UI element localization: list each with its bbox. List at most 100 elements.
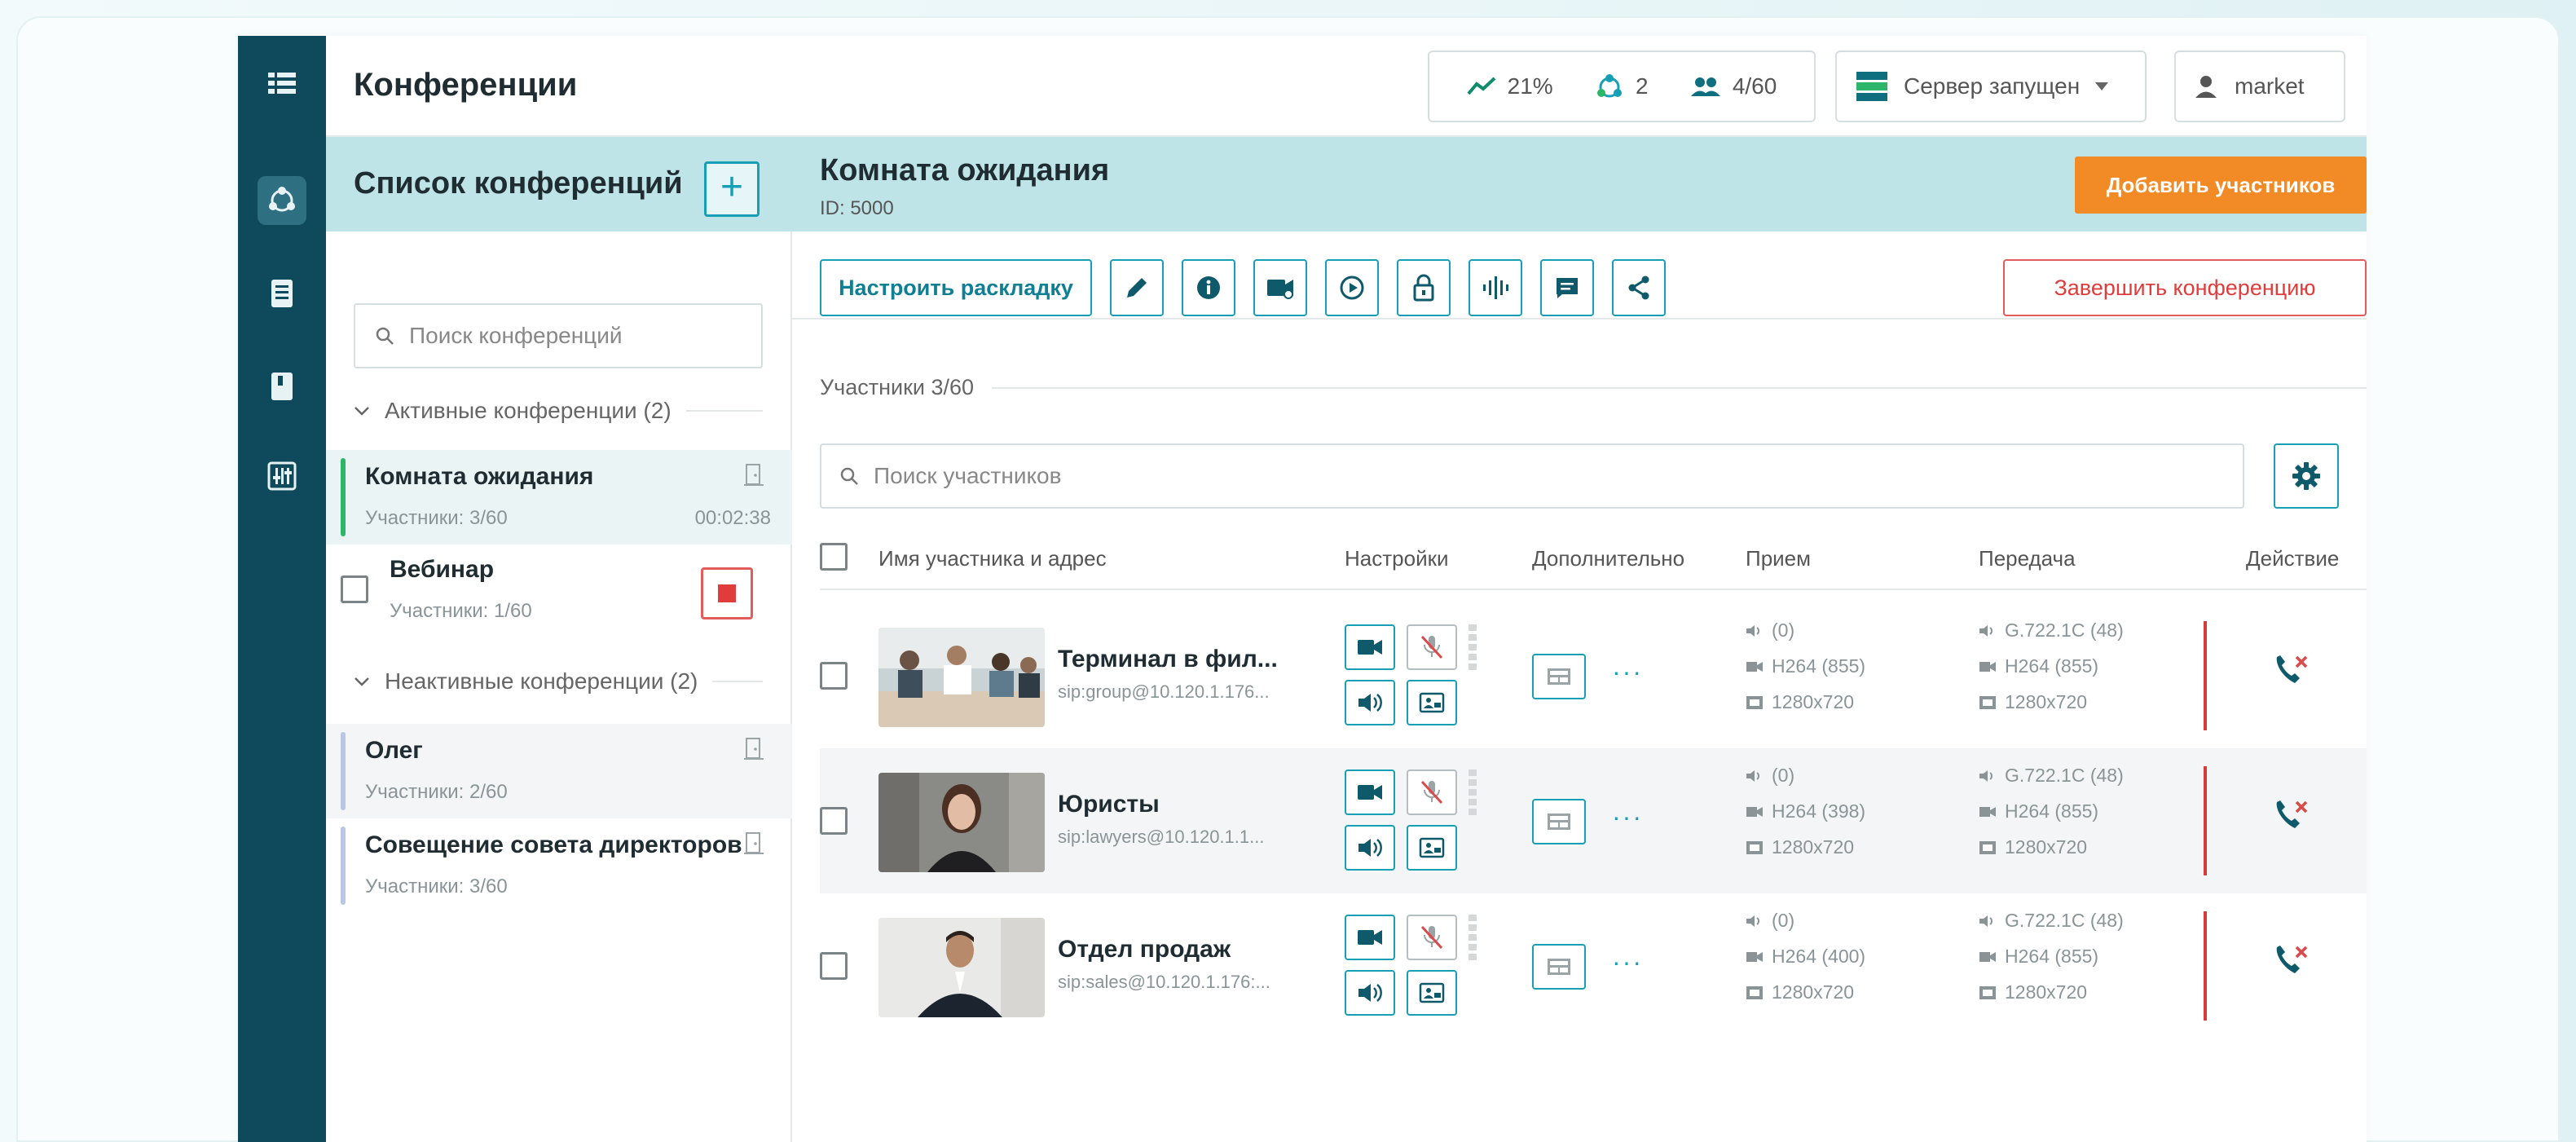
rx-resolution-value: 1280x720	[1772, 691, 1855, 712]
hangup-button[interactable]	[2270, 652, 2310, 692]
chat-button[interactable]	[1540, 259, 1594, 316]
participant-layout-button[interactable]	[1532, 654, 1586, 699]
select-all-checkbox[interactable]	[820, 543, 848, 571]
active-indicator	[341, 458, 346, 536]
volume-grip[interactable]	[1469, 915, 1477, 960]
more-options-icon[interactable]: ···	[1612, 802, 1643, 832]
speaker-toggle-button[interactable]	[1345, 825, 1395, 871]
speaker-icon	[1358, 694, 1382, 712]
add-participants-button[interactable]: Добавить участников	[2075, 157, 2367, 214]
nav-conferences-icon[interactable]	[258, 176, 306, 225]
top-header: Конференции 21% 2 4/60 Сервер запущен ma…	[326, 36, 2367, 137]
page-title: Конференции	[354, 67, 578, 103]
active-group-toggle[interactable]: Активные конференции (2)	[354, 398, 763, 424]
participant-settings-button[interactable]	[2274, 443, 2339, 509]
column-settings: Настройки	[1345, 546, 1449, 571]
conference-participants: Участники: 3/60	[365, 507, 508, 529]
nav-menu-icon[interactable]	[258, 59, 306, 108]
hangup-button[interactable]	[2270, 942, 2310, 982]
chevron-down-icon	[354, 677, 369, 686]
audio-icon	[1979, 624, 1993, 637]
phone-hangup-icon	[2276, 946, 2308, 973]
inactive-group-toggle[interactable]: Неактивные конференции (2)	[354, 668, 763, 694]
action-separator	[2204, 621, 2207, 730]
server-status-text: Сервер запущен	[1904, 73, 2081, 99]
conference-checkbox[interactable]	[341, 575, 368, 603]
mic-muted-icon	[1420, 780, 1443, 805]
lock-button[interactable]	[1397, 259, 1451, 316]
more-options-icon[interactable]: ···	[1612, 947, 1643, 977]
mic-toggle-button[interactable]	[1407, 769, 1457, 815]
participant-layout-button[interactable]	[1532, 944, 1586, 990]
mic-toggle-button[interactable]	[1407, 915, 1457, 960]
video-icon	[1746, 806, 1763, 817]
chat-icon	[1557, 278, 1578, 298]
presentation-toggle-button[interactable]	[1407, 825, 1457, 871]
tx-audio: G.722.1C (48)	[1979, 620, 2124, 642]
app-window: Конференции 21% 2 4/60 Сервер запущен ma…	[238, 36, 2367, 1142]
user-menu[interactable]: market	[2174, 51, 2345, 122]
server-status-dropdown[interactable]: Сервер запущен	[1835, 51, 2147, 122]
conference-item-waiting-room[interactable]: Комната ожидания Участники: 3/60 00:02:3…	[326, 450, 792, 545]
stop-conference-button[interactable]	[701, 567, 753, 620]
tx-resolution-value: 1280x720	[2005, 836, 2088, 858]
hangup-button[interactable]	[2270, 797, 2310, 837]
nav-mixer-icon[interactable]	[258, 452, 306, 500]
nav-book-icon[interactable]	[258, 362, 306, 411]
tx-resolution-value: 1280x720	[2005, 691, 2088, 712]
rx-video: H264 (400)	[1746, 946, 1865, 968]
nav-contacts-icon[interactable]	[258, 269, 306, 318]
video-icon	[1746, 951, 1763, 962]
conference-search-placeholder: Поиск конференций	[409, 323, 623, 348]
participant-search-input[interactable]: Поиск участников	[820, 443, 2244, 509]
rx-resolution-value: 1280x720	[1772, 836, 1855, 858]
edit-button[interactable]	[1110, 259, 1164, 316]
rx-resolution: 1280x720	[1746, 981, 1854, 1003]
end-conference-button[interactable]: Завершить конференцию	[2003, 259, 2367, 316]
conference-item-webinar[interactable]: Вебинар Участники: 1/60	[326, 545, 792, 639]
volume-grip[interactable]	[1469, 624, 1477, 670]
row-checkbox[interactable]	[820, 952, 848, 980]
participant-name: Отдел продаж	[1058, 936, 1231, 963]
conference-list-panel: Список конференций + Поиск конференций А…	[326, 137, 792, 1142]
video-settings-button[interactable]	[1253, 259, 1307, 316]
configure-layout-button[interactable]: Настроить раскладку	[820, 259, 1092, 316]
tx-resolution: 1280x720	[1979, 836, 2087, 858]
presentation-toggle-button[interactable]	[1407, 970, 1457, 1016]
conference-search-input[interactable]: Поиск конференций	[354, 303, 763, 368]
speaker-toggle-button[interactable]	[1345, 970, 1395, 1016]
info-button[interactable]	[1182, 259, 1235, 316]
video-icon	[1979, 661, 1996, 672]
record-button[interactable]	[1325, 259, 1379, 316]
conference-name: Комната ожидания	[365, 463, 594, 490]
room-title: Комната ожидания	[820, 153, 1110, 187]
participant-search-placeholder: Поиск участников	[874, 463, 1062, 488]
camera-toggle-button[interactable]	[1345, 915, 1395, 960]
more-options-icon[interactable]: ···	[1612, 657, 1643, 687]
camera-toggle-button[interactable]	[1345, 624, 1395, 670]
video-icon	[1979, 951, 1996, 962]
participant-layout-button[interactable]	[1532, 799, 1586, 844]
share-button[interactable]	[1612, 259, 1666, 316]
participant-thumbnail	[878, 773, 1045, 872]
mic-toggle-button[interactable]	[1407, 624, 1457, 670]
conference-item-board-meeting[interactable]: Совещение совета директоров Участники: 3…	[326, 818, 792, 913]
add-conference-button[interactable]: +	[704, 161, 760, 217]
resolution-icon	[1746, 840, 1763, 854]
volume-grip[interactable]	[1469, 769, 1477, 815]
chevron-down-icon	[354, 407, 369, 416]
conference-item-oleg[interactable]: Олег Участники: 2/60	[326, 724, 792, 818]
rx-audio-value: (0)	[1772, 910, 1795, 931]
speaker-toggle-button[interactable]	[1345, 680, 1395, 725]
audio-levels-button[interactable]	[1469, 259, 1522, 316]
conference-participants: Участники: 2/60	[365, 781, 508, 803]
tx-resolution: 1280x720	[1979, 981, 2087, 1003]
camera-toggle-button[interactable]	[1345, 769, 1395, 815]
tx-resolution: 1280x720	[1979, 691, 2087, 713]
row-checkbox[interactable]	[820, 662, 848, 690]
conference-participants: Участники: 1/60	[390, 600, 532, 622]
resolution-icon	[1979, 840, 1996, 854]
row-checkbox[interactable]	[820, 807, 848, 835]
presentation-toggle-button[interactable]	[1407, 680, 1457, 725]
tx-audio: G.722.1C (48)	[1979, 765, 2124, 787]
